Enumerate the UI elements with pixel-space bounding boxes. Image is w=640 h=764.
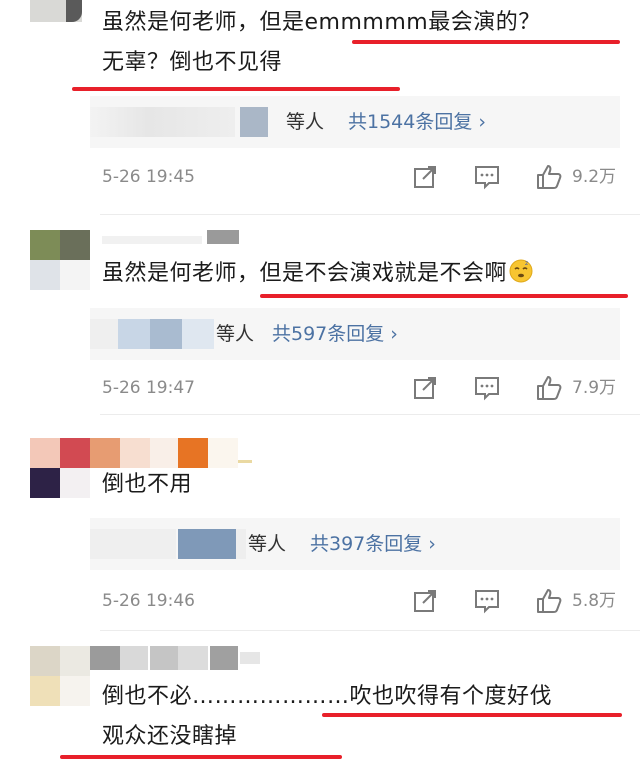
like-icon[interactable] [536, 164, 562, 190]
comment-item: 倒也不用 等人 共397条回复 › 5-26 19:46 5.8万 [0, 430, 640, 640]
avatar[interactable] [30, 438, 90, 498]
share-icon[interactable] [412, 164, 438, 190]
comment-text-line: 观众还没瞎掉 [102, 724, 238, 749]
divider [100, 414, 640, 415]
reply-people-label: 等人 [216, 323, 255, 345]
svg-text:z: z [525, 260, 529, 267]
share-icon[interactable] [412, 375, 438, 401]
blurred-username [90, 646, 270, 670]
like-count: 9.2万 [572, 167, 617, 187]
red-underline [60, 755, 342, 759]
blurred-usernames [90, 319, 118, 349]
blurred-usernames [236, 529, 246, 559]
comment-icon[interactable] [474, 588, 500, 614]
blurred-avatar [178, 529, 236, 559]
red-underline [322, 713, 622, 717]
comment-text-line: 倒也不用 [102, 472, 193, 497]
reply-count-link[interactable]: 共1544条回复 › [348, 96, 486, 148]
comment-item: 倒也不必…………………吹也吹得有个度好伐 观众还没瞎掉 [0, 640, 640, 764]
comment-text-line: 虽然是何老师，但是不会演戏就是不会啊 z [102, 253, 533, 295]
comment-text: 虽然是何老师，但是不会演戏就是不会啊 [102, 261, 508, 286]
blurred-avatar [150, 319, 182, 349]
reply-summary[interactable]: 等人 共397条回复 › [90, 518, 620, 570]
blurred-avatar [118, 319, 150, 349]
avatar[interactable] [30, 230, 90, 290]
comment-text-line: 无辜？倒也不见得 [102, 50, 283, 75]
comment-text-line: 倒也不必…………………吹也吹得有个度好伐 [102, 684, 553, 709]
share-icon[interactable] [412, 588, 438, 614]
red-underline [260, 294, 628, 298]
blurred-avatar [240, 107, 268, 137]
comment-icon[interactable] [474, 164, 500, 190]
reply-people-label: 等人 [248, 533, 287, 555]
avatar[interactable] [30, 0, 82, 22]
like-count: 7.9万 [572, 378, 617, 398]
comment-text-line: 虽然是何老师，但是emmmmm最会演的？ [102, 10, 541, 35]
timestamp: 5-26 19:45 [102, 167, 195, 187]
divider [100, 630, 640, 631]
blurred-avatar [182, 319, 214, 349]
red-underline [352, 40, 620, 44]
blurred-usernames [90, 529, 176, 559]
avatar[interactable] [30, 646, 90, 706]
reply-summary[interactable]: 等人 共1544条回复 › [90, 96, 620, 148]
reply-count-link[interactable]: 共597条回复 › [272, 308, 398, 360]
blurred-usernames [90, 107, 235, 137]
red-underline [72, 87, 400, 91]
timestamp: 5-26 19:47 [102, 378, 195, 398]
reply-count-link[interactable]: 共397条回复 › [310, 518, 436, 570]
like-icon[interactable] [536, 588, 562, 614]
comment-icon[interactable] [474, 375, 500, 401]
like-icon[interactable] [536, 375, 562, 401]
like-count: 5.8万 [572, 591, 617, 611]
comment-item: 虽然是何老师，但是不会演戏就是不会啊 z 等人 共597条回复 › 5-26 1… [0, 215, 640, 429]
reply-people-label: 等人 [286, 111, 325, 133]
comment-item: 虽然是何老师，但是emmmmm最会演的？ 无辜？倒也不见得 等人 共1544条回… [0, 0, 640, 215]
sleepy-face-emoji: z [509, 259, 533, 283]
blurred-username [102, 230, 242, 244]
timestamp: 5-26 19:46 [102, 591, 195, 611]
reply-summary[interactable]: 等人 共597条回复 › [90, 308, 620, 360]
